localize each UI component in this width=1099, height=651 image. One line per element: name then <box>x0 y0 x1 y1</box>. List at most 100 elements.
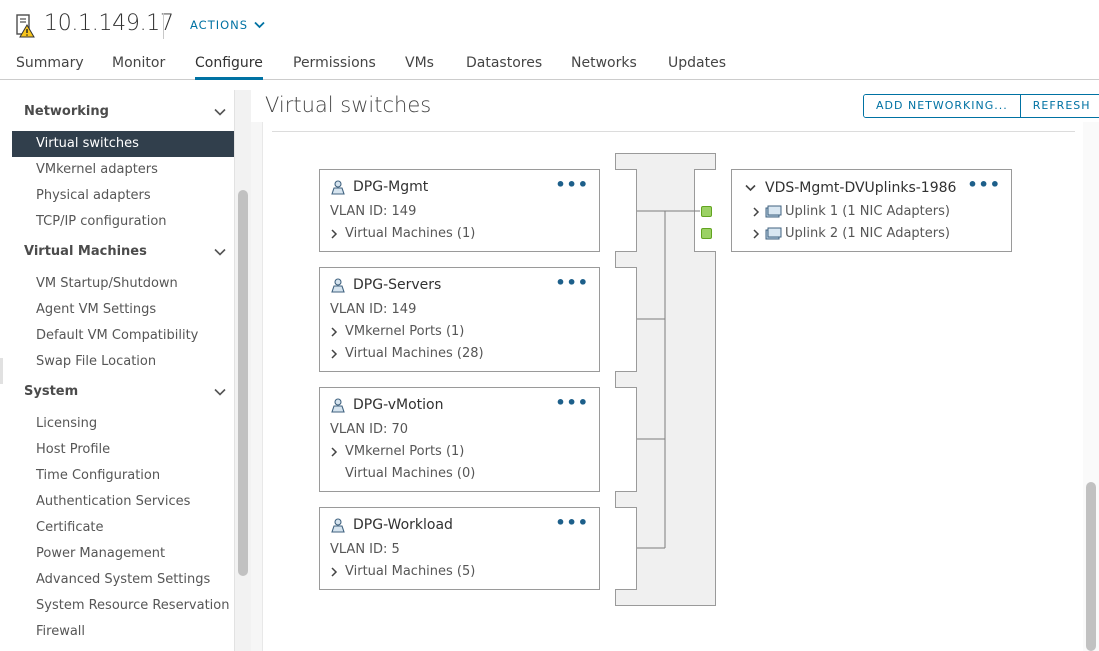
portgroup-vlan: VLAN ID: 70 <box>330 422 408 437</box>
row-label: Uplink 2 (1 NIC Adapters) <box>785 226 950 241</box>
sidebar-item-certificate[interactable]: Certificate <box>36 520 104 535</box>
tab-permissions[interactable]: Permissions <box>293 55 376 80</box>
tab-summary[interactable]: Summary <box>16 55 84 80</box>
toolbar-button-group: ADD NETWORKING... REFRESH <box>863 94 1099 118</box>
portgroup-vlan: VLAN ID: 5 <box>330 542 400 557</box>
sidebar-item-vm-startup-shutdown[interactable]: VM Startup/Shutdown <box>36 276 178 291</box>
host-title: 10.1.149.17 <box>44 11 174 36</box>
portgroup-name: DPG-Workload <box>353 517 453 533</box>
list-item[interactable]: Uplink 2 (1 NIC Adapters) <box>752 226 950 241</box>
nic-adapter-icon <box>765 205 782 218</box>
refresh-button[interactable]: REFRESH <box>1019 95 1099 117</box>
chevron-down-icon <box>254 21 265 29</box>
sidebar-section-label: System <box>24 384 79 399</box>
sidebar-item-host-profile[interactable]: Host Profile <box>36 442 110 457</box>
canvas-gutter <box>251 122 262 651</box>
uplinks-name: VDS-Mgmt-DVUplinks-1986 <box>765 180 957 196</box>
portgroup-header: DPG-vMotion <box>330 397 444 413</box>
more-icon[interactable]: ••• <box>555 275 589 291</box>
sidebar-item-advanced-system-settings[interactable]: Advanced System Settings <box>36 572 210 587</box>
sidebar-item-time-configuration[interactable]: Time Configuration <box>36 468 160 483</box>
sidebar-item-vmkernel-adapters[interactable]: VMkernel adapters <box>36 162 158 177</box>
chevron-down-icon <box>214 248 226 256</box>
portgroup-card-vmotion[interactable]: DPG-vMotion ••• VLAN ID: 70 VMkernel Por… <box>319 387 600 492</box>
uplinks-card[interactable]: VDS-Mgmt-DVUplinks-1986 ••• Uplink 1 (1 … <box>731 169 1012 252</box>
row-label: Virtual Machines (28) <box>345 346 484 361</box>
uplink-port-1[interactable] <box>701 206 712 217</box>
sidebar-item-physical-adapters[interactable]: Physical adapters <box>36 188 151 203</box>
sidebar-section-label: Virtual Machines <box>24 244 147 259</box>
caret-right-icon[interactable] <box>330 446 338 457</box>
more-icon[interactable]: ••• <box>555 515 589 531</box>
sidebar-item-licensing[interactable]: Licensing <box>36 416 97 431</box>
list-item[interactable]: Virtual Machines (1) <box>330 226 475 241</box>
tab-monitor[interactable]: Monitor <box>112 55 165 80</box>
list-item[interactable]: Virtual Machines (28) <box>330 346 484 361</box>
portgroup-name: DPG-vMotion <box>353 397 444 413</box>
nic-adapter-icon <box>765 227 782 240</box>
chevron-down-icon[interactable] <box>745 184 756 192</box>
sidebar-item-swap-file-location[interactable]: Swap File Location <box>36 354 156 369</box>
sidebar-item-agent-vm-settings[interactable]: Agent VM Settings <box>36 302 156 317</box>
tab-updates[interactable]: Updates <box>668 55 726 80</box>
vlan-label: VLAN ID: 149 <box>330 204 417 219</box>
list-item[interactable]: VMkernel Ports (1) <box>330 444 464 459</box>
add-networking-button[interactable]: ADD NETWORKING... <box>864 95 1020 117</box>
switch-port-slot <box>615 387 637 492</box>
tab-networks[interactable]: Networks <box>571 55 637 80</box>
vlan-label: VLAN ID: 149 <box>330 302 417 317</box>
sidebar-scrollbar-thumb[interactable] <box>238 190 248 576</box>
tab-bar: Summary Monitor Configure Permissions VM… <box>0 52 1099 80</box>
more-icon[interactable]: ••• <box>555 395 589 411</box>
tab-configure[interactable]: Configure <box>195 55 263 80</box>
more-icon[interactable]: ••• <box>967 177 1001 193</box>
tab-datastores[interactable]: Datastores <box>466 55 542 80</box>
sidebar-section-virtual-machines[interactable]: Virtual Machines <box>24 244 226 259</box>
more-icon[interactable]: ••• <box>555 177 589 193</box>
row-label: Virtual Machines (0) <box>345 466 476 481</box>
portgroup-card-servers[interactable]: DPG-Servers ••• VLAN ID: 149 VMkernel Po… <box>319 267 600 372</box>
sidebar-section-system[interactable]: System <box>24 384 226 399</box>
chevron-down-icon <box>214 388 226 396</box>
portgroup-card-mgmt[interactable]: DPG-Mgmt ••• VLAN ID: 149 Virtual Machin… <box>319 169 600 252</box>
switch-port-slot <box>615 169 637 252</box>
sidebar-item-virtual-switches[interactable]: Virtual switches <box>12 131 234 157</box>
sidebar-item-power-management[interactable]: Power Management <box>36 546 165 561</box>
sidebar-item-tcpip-configuration[interactable]: TCP/IP configuration <box>36 214 167 229</box>
switch-port-slot <box>615 507 637 590</box>
portgroup-card-workload[interactable]: DPG-Workload ••• VLAN ID: 5 Virtual Mach… <box>319 507 600 590</box>
tab-vms[interactable]: VMs <box>405 55 434 80</box>
sidebar-section-networking[interactable]: Networking <box>24 104 226 119</box>
list-item[interactable]: Uplink 1 (1 NIC Adapters) <box>752 204 950 219</box>
portgroup-icon <box>331 398 345 413</box>
portgroup-header: DPG-Mgmt <box>330 179 428 195</box>
caret-right-icon[interactable] <box>330 566 338 577</box>
row-label: VMkernel Ports (1) <box>345 324 465 339</box>
list-item[interactable]: VMkernel Ports (1) <box>330 324 464 339</box>
sidebar-item-firewall[interactable]: Firewall <box>36 624 85 639</box>
chevron-down-icon <box>214 108 226 116</box>
vlan-label: VLAN ID: 70 <box>330 422 409 437</box>
actions-menu-button[interactable]: ACTIONS <box>190 18 265 32</box>
sidebar-item-default-vm-compatibility[interactable]: Default VM Compatibility <box>36 328 198 343</box>
main-scrollbar-thumb[interactable] <box>1086 482 1096 651</box>
portgroup-icon <box>331 180 345 195</box>
caret-right-icon[interactable] <box>330 228 338 239</box>
caret-right-icon[interactable] <box>330 326 338 337</box>
list-item[interactable]: Virtual Machines (5) <box>330 564 475 579</box>
uplink-port-2[interactable] <box>701 228 712 239</box>
actions-label: ACTIONS <box>190 18 249 32</box>
portgroup-vlan: VLAN ID: 149 <box>330 204 416 219</box>
caret-right-icon[interactable] <box>752 228 760 239</box>
caret-right-icon[interactable] <box>752 206 760 217</box>
sidebar-item-system-resource-reservation[interactable]: System Resource Reservation <box>36 598 229 613</box>
row-label: Uplink 1 (1 NIC Adapters) <box>785 204 950 219</box>
row-label: Virtual Machines (5) <box>345 564 476 579</box>
portgroup-name: DPG-Servers <box>353 277 442 293</box>
sidebar-item-authentication-services[interactable]: Authentication Services <box>36 494 190 509</box>
portgroup-vlan: VLAN ID: 149 <box>330 302 416 317</box>
uplinks-header: VDS-Mgmt-DVUplinks-1986 <box>745 180 956 196</box>
vlan-label: VLAN ID: 5 <box>330 542 400 557</box>
caret-right-icon[interactable] <box>330 348 338 359</box>
portgroup-icon <box>331 518 345 533</box>
